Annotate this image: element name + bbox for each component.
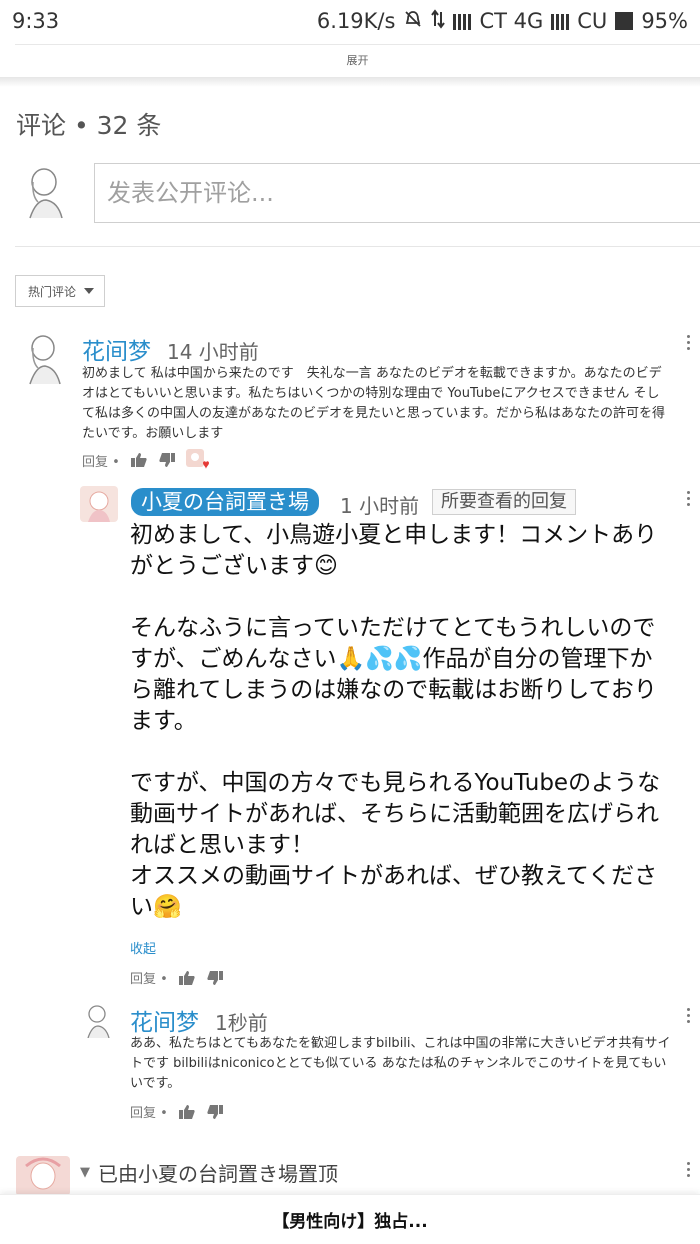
linked-reply-tag: 所要查看的回复 [432,489,576,515]
dislike-icon[interactable] [158,452,176,468]
pinned-text: 已由小夏の台詞置き場置顶 [98,1162,338,1186]
more-menu-icon[interactable] [683,491,693,506]
status-time: 9:33 [12,9,60,33]
reply-author[interactable]: 花间梦 [130,1003,199,1037]
signal-icon-2 [551,12,570,30]
reply-text: 初めまして、小鳥遊小夏と申します！コメントありがとうございます😊 そんなふうに言… [130,522,661,920]
comment-time: 14 小时前 [167,340,259,364]
dislike-icon[interactable] [206,970,224,986]
reply-time: 1 小时前 [340,494,420,518]
more-menu-icon[interactable] [683,335,693,350]
status-right: 6.19K/s CT 4G CU 95% [316,8,688,34]
carrier1: CT 4G [479,9,544,33]
more-menu-icon[interactable] [683,1008,693,1023]
commenter-avatar[interactable] [80,1002,116,1038]
comment-author[interactable]: 花间梦 [82,332,151,366]
carrier2: CU [577,9,608,33]
reply-author-highlight[interactable]: 小夏の台詞置き場 [131,488,319,516]
expand-button[interactable]: 展开 [15,44,700,78]
creator-avatar[interactable] [16,1156,70,1196]
like-icon[interactable] [178,970,196,986]
new-comment-input[interactable] [95,164,700,222]
like-icon[interactable] [178,1104,196,1120]
reply-button[interactable]: 回复 • [130,968,168,987]
battery-level: 95% [641,9,688,33]
reply-button[interactable]: 回复 • [82,451,120,470]
comment-actions: 回复 • [82,449,210,471]
sort-label: 热门评论 [28,284,77,299]
like-icon[interactable] [130,452,148,468]
mini-player-bar[interactable]: 【男性向け】独占... [0,1194,700,1244]
divider [15,246,700,247]
battery-icon [615,12,634,30]
status-bar: 9:33 6.19K/s CT 4G CU 95% [0,0,700,42]
more-menu-icon[interactable] [683,1162,693,1177]
data-transfer-icon [431,8,446,34]
commenter-avatar[interactable] [18,330,70,385]
net-speed: 6.19K/s [316,9,396,33]
pinned-indicator: ▼ 已由小夏の台詞置き場置顶 [80,1158,338,1187]
dislike-icon[interactable] [206,1104,224,1120]
comment-text: 初めまして 私は中国から来たのです 失礼な一言 あなたのビデオを転載できますか。… [82,366,666,441]
reply-text: ああ、私たちはとてもあなたを歓迎しますbilbili、これは中国の非常に大きいビ… [130,1036,671,1091]
reply-actions: 回复 • [130,1102,224,1121]
section-shadow [0,77,700,87]
mini-player-title: 【男性向け】独占... [272,1212,428,1232]
mute-icon [403,9,423,34]
signal-icon [453,12,472,30]
sort-dropdown[interactable]: 热门评论 [15,275,105,307]
collapse-link[interactable]: 收起 [130,938,156,957]
reply-actions: 回复 • [130,968,224,987]
my-avatar[interactable] [16,162,74,220]
creator-avatar[interactable] [80,486,118,522]
creator-heart [185,449,210,471]
reply-button[interactable]: 回复 • [130,1102,168,1121]
new-comment-field[interactable] [94,163,700,223]
pin-icon: ▼ [80,1165,90,1180]
reply-time: 1秒前 [215,1011,268,1035]
caret-down-icon [84,288,95,294]
comments-count-title: 评论 • 32 条 [16,111,162,140]
